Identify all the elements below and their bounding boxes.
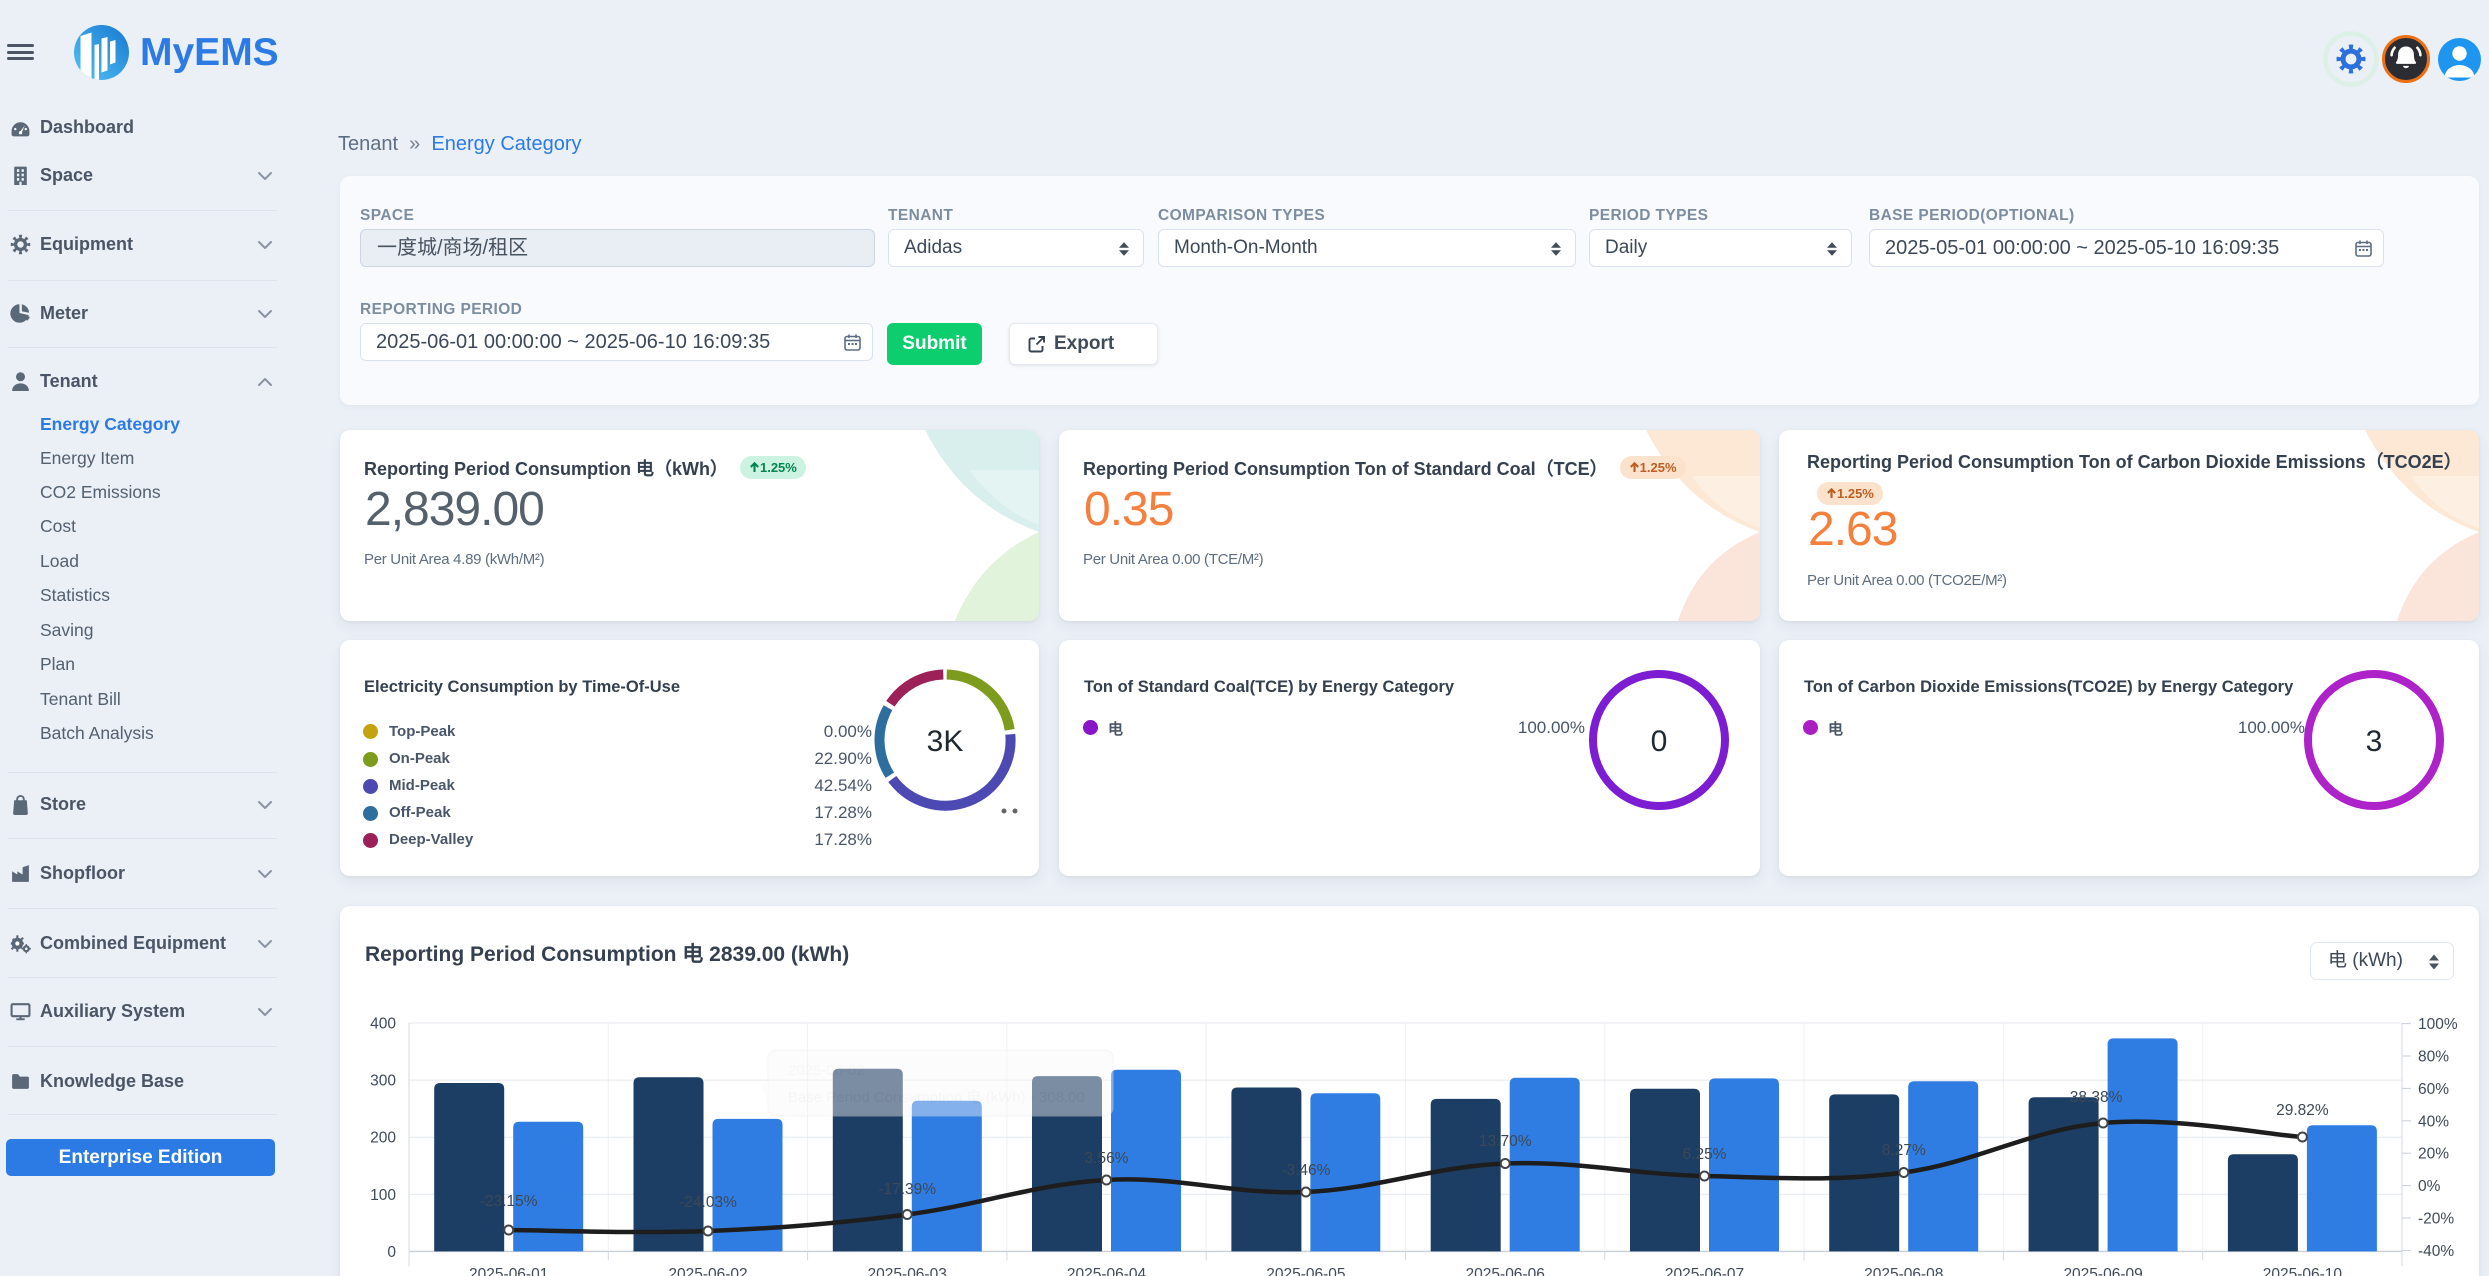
svg-text:6.25%: 6.25% [1683,1146,1727,1163]
svg-text:0: 0 [1651,725,1668,758]
svg-text:Base Period Consumption 电 (kWh: Base Period Consumption 电 (kWh) - 308.00 [788,1089,1085,1106]
svg-text:2025-06-07: 2025-06-07 [1665,1266,1744,1276]
svg-text:2025-06-04: 2025-06-04 [1067,1266,1147,1276]
svg-text:38.38%: 38.38% [2070,1089,2123,1106]
svg-text:2025-06-08: 2025-06-08 [1864,1266,1943,1276]
svg-text:-23.15%: -23.15% [480,1193,538,1210]
svg-text:8.27%: 8.27% [1882,1142,1926,1159]
svg-text:20%: 20% [2418,1146,2449,1163]
svg-text:100%: 100% [2418,1016,2458,1033]
svg-text:2025-06-01: 2025-06-01 [469,1266,548,1276]
svg-text:100: 100 [370,1187,396,1204]
svg-text:-3.46%: -3.46% [1281,1162,1330,1179]
svg-text:29.82%: 29.82% [2276,1102,2329,1119]
svg-text:13.70%: 13.70% [1479,1133,1532,1150]
svg-text:-17.39%: -17.39% [878,1181,936,1198]
svg-text:2025-06-05: 2025-06-05 [1266,1266,1345,1276]
svg-text:3: 3 [2366,725,2383,758]
svg-text:2025-06-02: 2025-06-02 [668,1266,747,1276]
svg-text:2025-06-09: 2025-06-09 [2063,1266,2142,1276]
svg-text:400: 400 [370,1016,396,1033]
svg-text:2025-06-06: 2025-06-06 [1466,1266,1545,1276]
svg-text:-24.03%: -24.03% [679,1194,737,1211]
svg-text:60%: 60% [2418,1081,2449,1098]
svg-text:-20%: -20% [2418,1211,2454,1228]
svg-text:2025-06-02: 2025-06-02 [788,1062,865,1079]
svg-text:2025-06-10: 2025-06-10 [2263,1266,2343,1276]
svg-text:3.56%: 3.56% [1085,1150,1129,1167]
svg-text:200: 200 [370,1130,396,1147]
svg-text:40%: 40% [2418,1113,2449,1130]
svg-text:0%: 0% [2418,1178,2441,1195]
svg-text:3K: 3K [927,725,964,758]
svg-text:0: 0 [387,1244,396,1261]
svg-text:300: 300 [370,1073,396,1090]
svg-text:2025-06-03: 2025-06-03 [868,1266,947,1276]
svg-text:80%: 80% [2418,1049,2449,1066]
svg-text:-40%: -40% [2418,1243,2454,1260]
